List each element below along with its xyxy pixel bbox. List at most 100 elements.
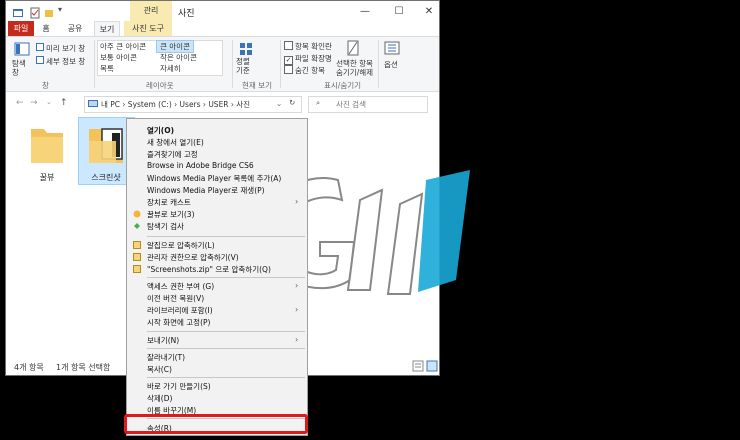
submenu-arrow-icon: › bbox=[295, 281, 299, 290]
hide-selected-icon bbox=[347, 40, 359, 56]
tab-view[interactable]: 보기 bbox=[94, 21, 120, 36]
layout-extra-large[interactable]: 아주 큰 아이콘 bbox=[100, 41, 146, 52]
show-hide-group-label: 표시/숨기기 bbox=[324, 81, 362, 90]
context-tab-manage[interactable]: 관리 bbox=[130, 1, 172, 21]
status-item-count: 4개 항목 bbox=[14, 363, 44, 372]
menu-item-admin-compress[interactable]: 관리자 권한으로 압축하기(V) bbox=[147, 252, 239, 263]
tab-share[interactable]: 공유 bbox=[62, 21, 88, 36]
navigation-pane-icon bbox=[14, 42, 30, 56]
menu-item-give-access[interactable]: 액세스 권한 부여 (G) bbox=[147, 281, 214, 292]
menu-item-browse-bridge[interactable]: Browse in Adobe Bridge CS6 bbox=[147, 161, 254, 170]
ribbon-separator bbox=[280, 40, 281, 88]
back-arrow-icon[interactable]: ← bbox=[16, 98, 24, 108]
qa-dropdown-icon[interactable]: ▾ bbox=[58, 5, 62, 17]
large-icons-view-icon[interactable] bbox=[426, 360, 438, 372]
menu-item-cut[interactable]: 잘라내기(T) bbox=[147, 352, 185, 363]
menu-item-alzip-compress[interactable]: 알집으로 압축하기(L) bbox=[147, 240, 215, 251]
item-checkboxes-toggle[interactable]: 항목 확인란 bbox=[284, 41, 332, 52]
menu-item-wmp-play[interactable]: Windows Media Player로 재생(P) bbox=[147, 185, 265, 196]
address-dropdown-icon[interactable]: ⌄ bbox=[276, 99, 282, 108]
alzip-icon bbox=[133, 241, 141, 249]
options-icon bbox=[384, 41, 400, 55]
submenu-arrow-icon: › bbox=[295, 335, 299, 344]
address-path[interactable]: 내 PC › System (C:) › Users › USER › 사진 bbox=[101, 99, 250, 110]
menu-item-open-new-window[interactable]: 새 창에서 열기(E) bbox=[147, 137, 204, 148]
menu-item-send-to[interactable]: 보내기(N) bbox=[147, 335, 179, 346]
folder-icon[interactable] bbox=[86, 123, 128, 169]
layout-small[interactable]: 작은 아이콘 bbox=[160, 52, 197, 63]
menu-item-compress-zip[interactable]: "Screenshots.zip" 으로 압축하기(Q) bbox=[147, 264, 271, 275]
file-label[interactable]: 꿀뷰 bbox=[22, 172, 72, 183]
menu-item-copy[interactable]: 복사(C) bbox=[147, 364, 172, 375]
checkbox-checked-icon: ✓ bbox=[284, 56, 293, 65]
menu-separator bbox=[147, 236, 305, 237]
app-icon bbox=[13, 9, 23, 17]
tab-home[interactable]: 홈 bbox=[36, 21, 56, 36]
checkbox-icon bbox=[284, 65, 293, 74]
preview-pane-icon bbox=[36, 43, 44, 51]
honeyview-icon bbox=[133, 210, 141, 218]
sort-icon bbox=[240, 43, 252, 55]
menu-item-include-library[interactable]: 라이브러리에 포함(I) bbox=[147, 305, 213, 316]
window-title: 사진 bbox=[178, 9, 195, 19]
panes-group-label: 창 bbox=[42, 81, 49, 90]
options-button[interactable]: 옵션 bbox=[384, 59, 398, 70]
layout-list[interactable]: 목록 bbox=[100, 63, 114, 74]
menu-separator bbox=[147, 331, 305, 332]
menu-item-create-shortcut[interactable]: 바로 가기 만들기(S) bbox=[147, 381, 211, 392]
layout-details[interactable]: 자세히 bbox=[160, 63, 181, 74]
ribbon-separator bbox=[232, 40, 233, 88]
refresh-icon[interactable]: ↻ bbox=[289, 98, 295, 107]
layout-medium[interactable]: 보통 아이콘 bbox=[100, 52, 137, 63]
menu-item-honeyview[interactable]: 꿀뷰로 보기(3) bbox=[147, 209, 195, 220]
search-placeholder[interactable]: 사진 검색 bbox=[336, 99, 366, 110]
menu-item-pin-start[interactable]: 시작 화면에 고정(P) bbox=[147, 317, 210, 328]
sort-by-button[interactable]: 정렬 기준 bbox=[236, 57, 250, 75]
details-pane-button[interactable]: 세부 정보 창 bbox=[46, 56, 85, 67]
preview-pane-button[interactable]: 미리 보기 창 bbox=[46, 43, 85, 54]
hidden-items-toggle[interactable]: 숨긴 항목 bbox=[284, 65, 325, 76]
search-icon: ⌕ bbox=[316, 98, 321, 107]
menu-item-open[interactable]: 열기(O) bbox=[147, 125, 174, 136]
file-label[interactable]: 스크린샷 bbox=[81, 172, 131, 183]
minimize-button[interactable]: — bbox=[358, 6, 372, 18]
pc-icon bbox=[88, 100, 98, 107]
alzip-icon bbox=[133, 265, 141, 273]
ribbon-separator bbox=[378, 40, 379, 88]
status-selected: 1개 항목 선택함 bbox=[56, 363, 111, 372]
tab-file[interactable]: 파일 bbox=[8, 21, 34, 36]
maximize-button[interactable]: ☐ bbox=[392, 6, 406, 18]
details-view-icon[interactable] bbox=[412, 360, 424, 372]
navigation-pane-button[interactable]: 탐색 창 bbox=[12, 59, 26, 77]
ribbon-tabs: 파일 홈 공유 보기 사진 도구 bbox=[6, 21, 439, 36]
up-arrow-icon[interactable]: ↑ bbox=[60, 98, 68, 108]
menu-item-pin-quick-access[interactable]: 즐겨찾기에 고정 bbox=[147, 149, 198, 160]
search-box[interactable] bbox=[308, 96, 428, 113]
submenu-arrow-icon: › bbox=[295, 197, 299, 206]
checkbox-icon bbox=[284, 41, 293, 50]
menu-separator bbox=[147, 277, 305, 278]
properties-icon[interactable] bbox=[30, 7, 40, 19]
file-extensions-toggle[interactable]: ✓ 파일 확장명 bbox=[284, 53, 332, 65]
menu-item-wmp-add-list[interactable]: Windows Media Player 목록에 추가(A) bbox=[147, 173, 281, 184]
tab-photo-tools[interactable]: 사진 도구 bbox=[124, 21, 172, 36]
ribbon: 탐색 창 미리 보기 창 세부 정보 창 창 아주 큰 아이콘 큰 아이콘 보통… bbox=[6, 36, 439, 92]
submenu-arrow-icon: › bbox=[295, 305, 299, 314]
recent-dropdown-icon[interactable]: ⌄ bbox=[46, 98, 52, 106]
menu-item-cast-to-device[interactable]: 장치로 캐스트 bbox=[147, 197, 191, 208]
properties-highlight-box bbox=[124, 414, 308, 434]
forward-arrow-icon[interactable]: → bbox=[30, 98, 38, 108]
new-folder-icon[interactable] bbox=[44, 7, 54, 19]
menu-item-restore-versions[interactable]: 이전 버전 복원(V) bbox=[147, 293, 204, 304]
menu-item-delete[interactable]: 삭제(D) bbox=[147, 393, 172, 404]
ribbon-separator bbox=[94, 40, 95, 88]
hide-selected-button[interactable]: 선택한 항목 숨기기/해제 bbox=[336, 59, 373, 77]
alzip-icon bbox=[133, 253, 141, 261]
menu-item-explorer-scan[interactable]: 탐색기 검사 bbox=[147, 221, 184, 232]
menu-separator bbox=[147, 377, 305, 378]
current-view-group-label: 현재 보기 bbox=[242, 81, 272, 90]
close-button[interactable]: ✕ bbox=[422, 6, 436, 18]
folder-icon[interactable] bbox=[28, 123, 66, 167]
scan-icon bbox=[134, 223, 140, 229]
menu-separator bbox=[147, 348, 305, 349]
